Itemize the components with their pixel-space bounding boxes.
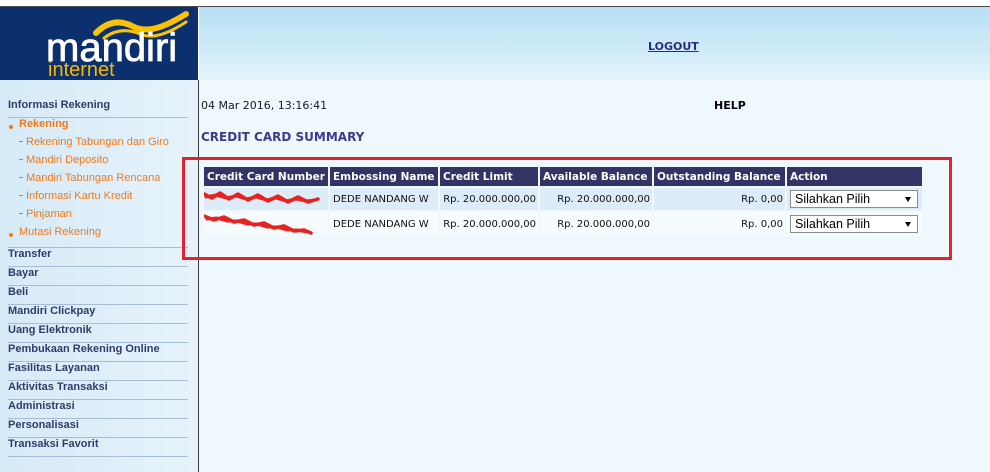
credit-limit-cell: Rp. 20.000.000,00 [440,212,538,236]
bullet-icon [9,233,13,237]
sidebar-item-bayar[interactable]: Bayar [8,267,188,286]
column-header-action: Action [787,167,922,186]
dash-icon [19,213,23,214]
column-header-embossing-name: Embossing Name [330,167,438,186]
logout-link[interactable]: LOGOUT [648,40,699,53]
sidebar-item-beli[interactable]: Beli [8,286,188,305]
card-number-cell [204,212,328,236]
action-select-value: Silahkan Pilih [795,192,871,206]
table-row: DEDE NANDANG W Rp. 20.000.000,00 Rp. 20.… [204,212,922,236]
sidebar-item-mandiri-clickpay[interactable]: Mandiri Clickpay [8,305,188,324]
action-cell: Silahkan Pilih [787,212,922,236]
sidebar-subitem-rekening-tabungan-giro[interactable]: Rekening Tabungan dan Giro [8,136,188,154]
main-content: 04 Mar 2016, 13:16:41 HELP CREDIT CARD S… [199,81,990,472]
sidebar-item-uang-elektronik[interactable]: Uang Elektronik [8,324,188,343]
sidebar-item-fasilitas-layanan[interactable]: Fasilitas Layanan [8,362,188,381]
column-header-outstanding-balance: Outstanding Balance [654,167,785,186]
help-link[interactable]: HELP [714,99,746,112]
dash-icon [19,141,23,142]
caret-down-icon [905,222,911,227]
top-border [0,0,990,7]
column-header-credit-card-number: Credit Card Number [204,167,328,186]
table-header-row: Credit Card Number Embossing Name Credit… [204,167,922,186]
sidebar-subitem-label: Rekening Tabungan dan Giro [26,136,169,148]
dash-icon [19,159,23,160]
action-select[interactable]: Silahkan Pilih [790,215,918,233]
sidebar-item-pembukaan-rekening-online[interactable]: Pembukaan Rekening Online [8,343,188,362]
caret-down-icon [905,197,911,202]
action-select[interactable]: Silahkan Pilih [790,190,918,208]
credit-limit-cell: Rp. 20.000.000,00 [440,188,538,210]
column-header-available-balance: Available Balance [540,167,652,186]
embossing-name-cell: DEDE NANDANG W [330,188,438,210]
available-balance-cell: Rp. 20.000.000,00 [540,188,652,210]
sidebar-subitem-mutasi-rekening[interactable]: Mutasi Rekening [8,226,188,244]
redaction-scribble [204,191,320,204]
outstanding-balance-cell: Rp. 0,00 [654,212,785,236]
header-bar: LOGOUT [199,7,990,80]
outstanding-balance-cell: Rp. 0,00 [654,188,785,210]
action-select-value: Silahkan Pilih [795,217,871,231]
credit-card-summary-table: Credit Card Number Embossing Name Credit… [202,165,924,238]
sidebar-submenu-informasi-rekening: Rekening Rekening Tabungan dan Giro Mand… [8,118,188,248]
sidebar-item-administrasi[interactable]: Administrasi [8,400,188,419]
sidebar-subitem-informasi-kartu-kredit[interactable]: Informasi Kartu Kredit [8,190,188,208]
bullet-icon [9,125,13,129]
available-balance-cell: Rp. 20.000.000,00 [540,212,652,236]
sidebar-subitem-label: Mandiri Deposito [26,154,109,166]
card-number-cell [204,188,328,210]
column-header-credit-limit: Credit Limit [440,167,538,186]
sidebar-subitem-rekening[interactable]: Rekening [8,118,188,136]
sidebar: Informasi Rekening Rekening Rekening Tab… [0,80,198,472]
sidebar-item-transfer[interactable]: Transfer [8,248,188,267]
logo-area: mandiri internet [0,7,198,80]
sidebar-item-informasi-rekening[interactable]: Informasi Rekening [8,99,188,118]
sidebar-subitem-label: Mandiri Tabungan Rencana [26,172,161,184]
sidebar-item-aktivitas-transaksi[interactable]: Aktivitas Transaksi [8,381,188,400]
logo-subtitle: internet [48,59,115,80]
sidebar-item-transaksi-favorit[interactable]: Transaksi Favorit [8,438,188,457]
redaction-scribble [204,214,313,235]
table-row: DEDE NANDANG W Rp. 20.000.000,00 Rp. 20.… [204,188,922,210]
action-cell: Silahkan Pilih [787,188,922,210]
dash-icon [19,177,23,178]
sidebar-subitem-label: Mutasi Rekening [19,226,101,238]
page-title: CREDIT CARD SUMMARY [201,130,365,144]
sidebar-subitem-pinjaman[interactable]: Pinjaman [8,208,188,226]
dash-icon [19,195,23,196]
embossing-name-cell: DEDE NANDANG W [330,212,438,236]
mandiri-logo[interactable]: mandiri internet [0,7,198,80]
sidebar-subitem-mandiri-tabungan-rencana[interactable]: Mandiri Tabungan Rencana [8,172,188,190]
sidebar-subitem-label: Informasi Kartu Kredit [26,190,133,202]
session-datetime: 04 Mar 2016, 13:16:41 [201,99,328,112]
sidebar-subitem-mandiri-deposito[interactable]: Mandiri Deposito [8,154,188,172]
sidebar-subitem-label: Pinjaman [26,208,72,220]
sidebar-item-personalisasi[interactable]: Personalisasi [8,419,188,438]
sidebar-subitem-label: Rekening [19,118,69,130]
